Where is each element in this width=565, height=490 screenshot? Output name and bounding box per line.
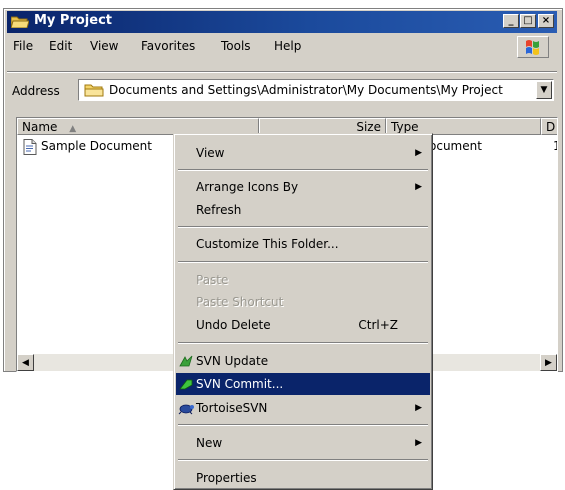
menu-view[interactable]: View	[90, 39, 118, 53]
menu-item-label: TortoiseSVN	[196, 401, 268, 415]
column-type-label: Type	[391, 120, 419, 134]
scroll-right-button[interactable]: ▶	[540, 354, 557, 371]
menu-favorites[interactable]: Favorites	[141, 39, 195, 53]
menu-item-label: Paste Shortcut	[196, 295, 284, 309]
menu-item-label: SVN Update	[196, 354, 269, 368]
menu-item-label: Properties	[196, 471, 257, 485]
column-name-label: Name	[22, 120, 58, 134]
address-bar[interactable]: Documents and Settings\Administrator\My …	[78, 79, 554, 101]
address-dropdown-button[interactable]: ▼	[536, 81, 552, 99]
submenu-arrow-icon: ▶	[415, 182, 422, 192]
menu-item-label: Refresh	[196, 203, 242, 217]
close-icon: ×	[541, 15, 551, 26]
menu-item-svn-commit[interactable]: SVN Commit...	[176, 373, 430, 395]
menu-tools[interactable]: Tools	[221, 39, 251, 53]
document-icon	[23, 139, 37, 155]
arrow-right-icon: ▶	[545, 357, 552, 368]
menu-item-undo-delete[interactable]: Undo Delete Ctrl+Z	[176, 314, 430, 336]
menu-separator	[178, 226, 428, 228]
menu-separator	[178, 459, 428, 461]
menu-item-properties[interactable]: Properties	[176, 467, 430, 489]
window-title: My Project	[34, 13, 112, 28]
windows-logo-icon	[517, 36, 549, 58]
column-date-label: D	[546, 120, 556, 134]
scroll-left-button[interactable]: ◀	[17, 354, 34, 371]
menu-item-label: SVN Commit...	[196, 377, 284, 391]
tortoisesvn-icon	[178, 404, 194, 415]
menu-item-svn-update[interactable]: SVN Update	[176, 350, 430, 372]
submenu-arrow-icon: ▶	[415, 438, 422, 448]
submenu-arrow-icon: ▶	[415, 403, 422, 413]
file-name: Sample Document	[41, 139, 152, 153]
menu-item-view[interactable]: View ▶	[176, 142, 430, 164]
menu-bar: File Edit View Favorites Tools Help	[7, 35, 557, 59]
minimize-icon: _	[508, 15, 514, 26]
menu-item-label: View	[196, 146, 225, 160]
menu-edit[interactable]: Edit	[49, 39, 72, 53]
menu-file[interactable]: File	[13, 39, 33, 53]
address-path: Documents and Settings\Administrator\My …	[109, 83, 503, 97]
folder-open-icon	[11, 16, 29, 28]
menu-item-tortoisesvn[interactable]: TortoiseSVN ▶	[176, 397, 430, 419]
menu-item-paste[interactable]: Paste	[176, 269, 430, 291]
file-type: ocument	[429, 139, 482, 153]
minimize-button[interactable]: _	[503, 14, 519, 28]
menu-separator	[178, 169, 428, 171]
context-menu: View ▶ Arrange Icons By ▶ Refresh Custom…	[173, 133, 433, 490]
close-button[interactable]: ×	[538, 14, 554, 28]
menu-item-arrange-icons-by[interactable]: Arrange Icons By ▶	[176, 176, 430, 198]
svn-commit-icon	[179, 379, 193, 390]
toolbar-separator	[7, 71, 557, 73]
file-date: 1	[553, 139, 557, 153]
menu-separator	[178, 342, 428, 344]
menu-item-customize-folder[interactable]: Customize This Folder...	[176, 233, 430, 255]
menu-separator	[178, 261, 428, 263]
arrow-left-icon: ◀	[22, 357, 29, 368]
menu-separator	[178, 424, 428, 426]
menu-item-paste-shortcut[interactable]: Paste Shortcut	[176, 291, 430, 313]
menu-item-refresh[interactable]: Refresh	[176, 199, 430, 221]
maximize-icon: □	[523, 15, 533, 26]
folder-icon	[84, 84, 104, 97]
menu-help[interactable]: Help	[274, 39, 301, 53]
maximize-button[interactable]: □	[520, 14, 536, 28]
menu-item-shortcut: Ctrl+Z	[358, 318, 398, 332]
menu-item-new[interactable]: New ▶	[176, 432, 430, 454]
menu-item-label: Paste	[196, 273, 229, 287]
sort-ascending-icon: ▲	[69, 124, 77, 134]
menu-item-label: Undo Delete	[196, 318, 271, 332]
svn-update-icon	[179, 355, 193, 367]
column-header-date[interactable]: D	[541, 118, 557, 135]
address-label: Address	[12, 84, 60, 98]
chevron-down-icon: ▼	[540, 85, 548, 95]
menu-item-label: Arrange Icons By	[196, 180, 299, 194]
menu-item-label: Customize This Folder...	[196, 237, 339, 251]
title-bar[interactable]: My Project _ □ ×	[7, 11, 557, 33]
column-size-label: Size	[356, 120, 381, 134]
menu-item-label: New	[196, 436, 223, 450]
submenu-arrow-icon: ▶	[415, 148, 422, 158]
